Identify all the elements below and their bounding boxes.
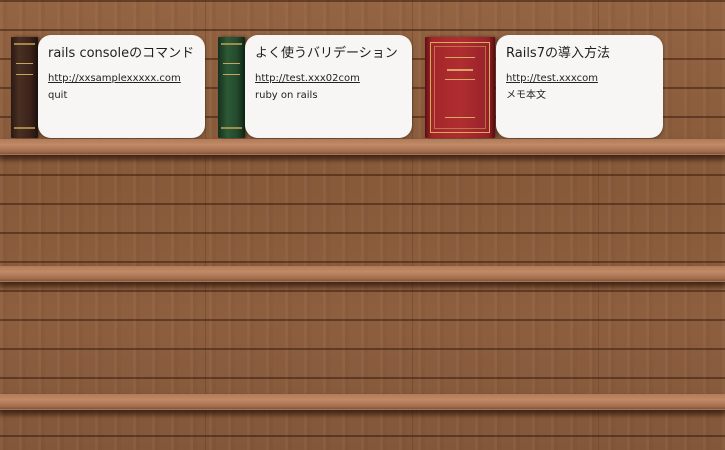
- cover-ornament: [445, 57, 475, 58]
- book-spine-icon: [218, 37, 245, 138]
- bookshelf-page: { "colors": { "card_background": "#f7f6f…: [0, 0, 725, 450]
- bookmark-card[interactable]: よく使うバリデーション http://test.xxx02com ruby on…: [245, 35, 412, 138]
- bookmark-memo: メモ本文: [506, 90, 546, 101]
- bookmark-entry[interactable]: Rails7の導入方法 http://test.xxxcom メモ本文: [424, 35, 664, 139]
- bookmark-memo: quit: [48, 90, 68, 101]
- cover-ornament: [445, 117, 475, 118]
- spine-label: [223, 63, 240, 75]
- bookmark-title[interactable]: よく使うバリデーション: [255, 45, 402, 63]
- spine-label: [16, 63, 33, 75]
- bookmark-memo: ruby on rails: [255, 90, 318, 101]
- bookmark-url-link[interactable]: http://test.xxx02com: [255, 72, 402, 86]
- bookmark-url-link[interactable]: http://test.xxxcom: [506, 72, 653, 86]
- cover-title-line: [447, 69, 473, 71]
- bookmark-entry[interactable]: rails consoleのコマンド http://xxsamplexxxxx.…: [10, 35, 206, 139]
- cover-ornament: [445, 79, 475, 80]
- book-spine-icon: [11, 37, 38, 138]
- bookmark-entry[interactable]: よく使うバリデーション http://test.xxx02com ruby on…: [217, 35, 413, 139]
- spine-band: [221, 43, 242, 45]
- spine-band: [14, 43, 35, 45]
- bookmark-url-link[interactable]: http://xxsamplexxxxx.com: [48, 72, 195, 86]
- bookmark-title[interactable]: rails consoleのコマンド: [48, 45, 195, 63]
- shelf-board: [0, 394, 725, 418]
- spine-band: [14, 127, 35, 129]
- shelf-board: [0, 139, 725, 163]
- book-cover-icon: [425, 37, 495, 138]
- spine-band: [221, 127, 242, 129]
- shelf-board: [0, 266, 725, 290]
- bookmark-card[interactable]: rails consoleのコマンド http://xxsamplexxxxx.…: [38, 35, 205, 138]
- bookmark-card[interactable]: Rails7の導入方法 http://test.xxxcom メモ本文: [496, 35, 663, 138]
- bookmark-title[interactable]: Rails7の導入方法: [506, 45, 653, 63]
